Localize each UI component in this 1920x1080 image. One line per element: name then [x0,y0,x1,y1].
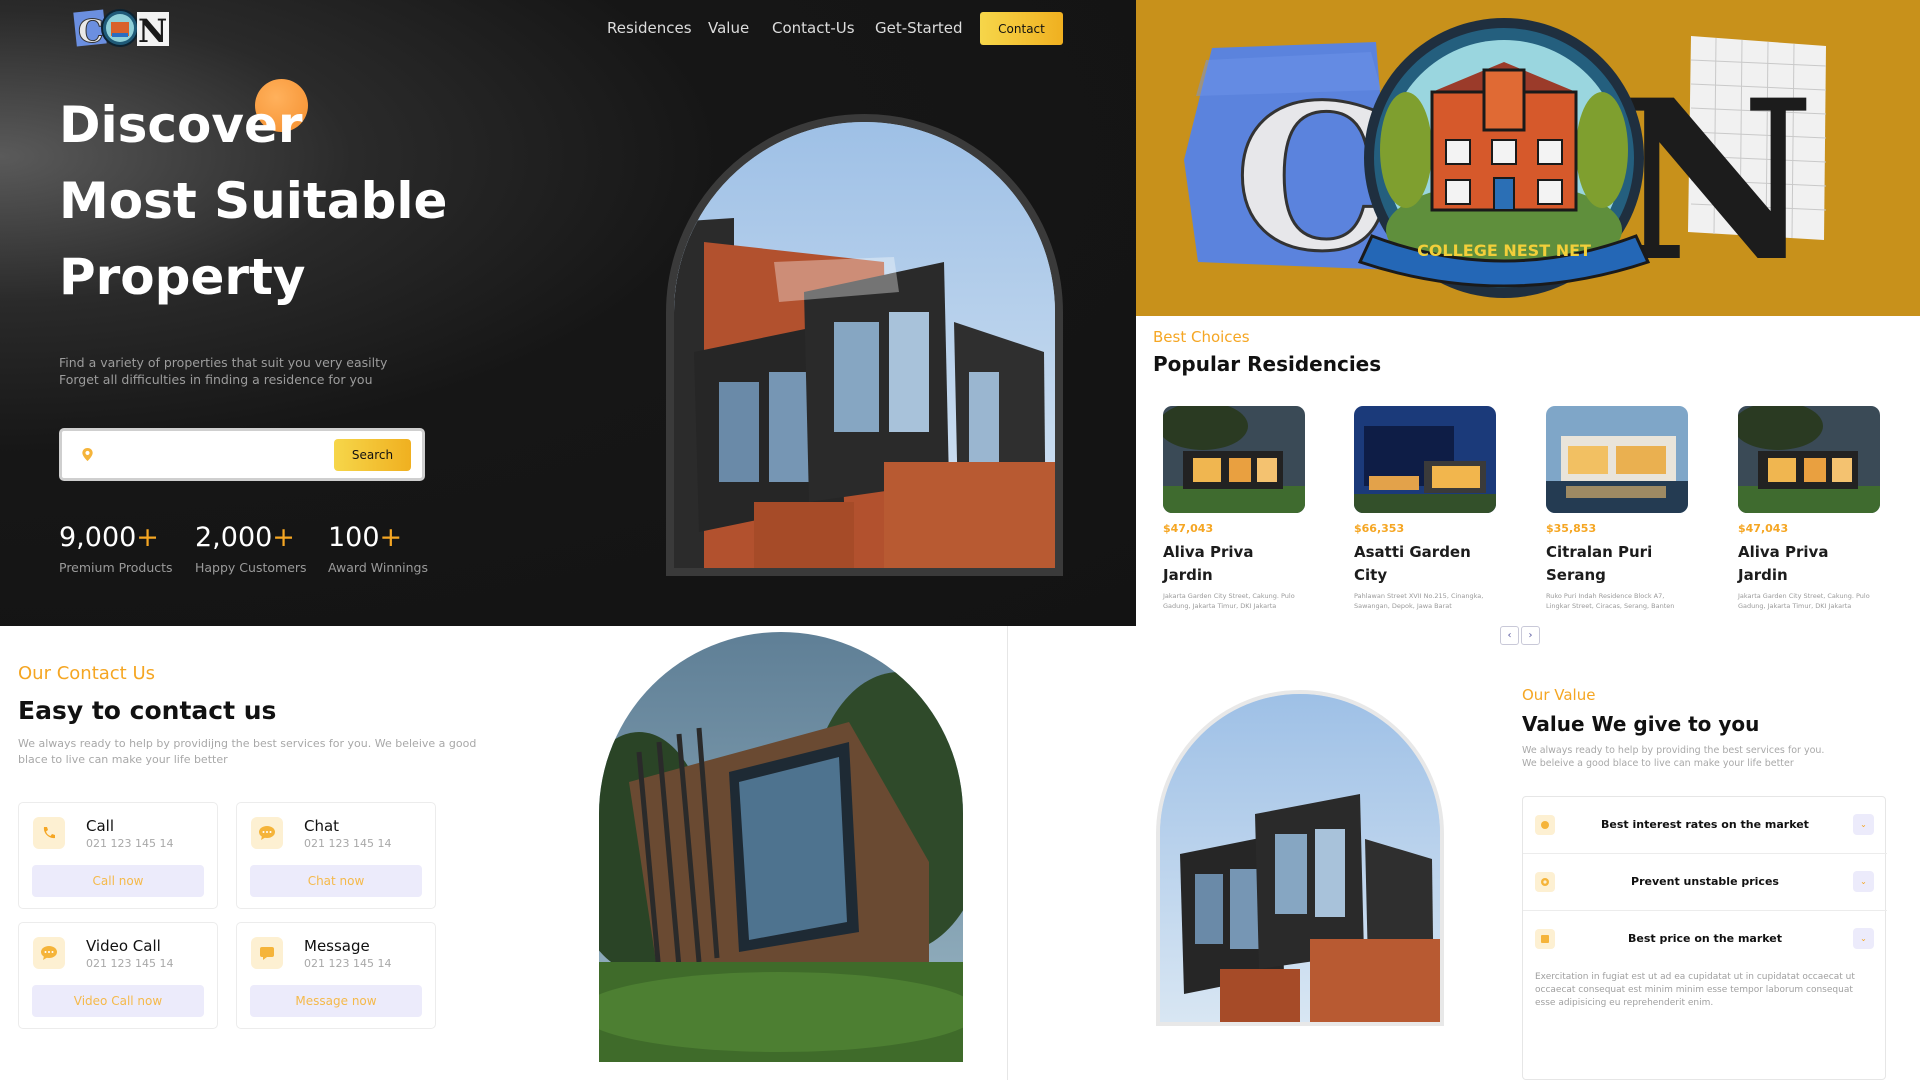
hero-subtitle-line-2: Forget all difficulties in finding a res… [59,372,373,387]
residence-address: Jakarta Garden City Street, Cakung. Pulo… [1163,592,1295,610]
carousel-next-button[interactable]: › [1521,626,1540,645]
residence-image [1163,406,1305,513]
search-bar: Search [59,428,425,481]
chat-icon [251,817,283,849]
contact-card-chat: Chat 021 123 145 14 Chat now [236,802,436,909]
hero-title-line-2: Most Suitable [59,172,448,230]
hero-title-line-3: Property [59,248,306,306]
residence-name: Citralan Puri Serang [1546,543,1653,584]
contact-section: Our Contact Us Easy to contact us We alw… [0,626,1008,1080]
hero-title-line-1: Discover [59,96,303,154]
nav-contact-us[interactable]: Contact-Us [772,19,855,37]
contact-card-message: Message 021 123 145 14 Message now [236,922,436,1029]
message-icon [251,937,283,969]
residence-name: Aliva Priva Jardin [1163,543,1254,584]
contact-card-title: Call [86,817,115,835]
contact-card-video-call: Video Call 021 123 145 14 Video Call now [18,922,218,1029]
stat-happy-customers-label: Happy Customers [195,560,307,575]
contact-card-number: 021 123 145 14 [86,837,174,850]
accordion-item-label: Best price on the market [1627,932,1782,945]
call-now-button[interactable]: Call now [32,865,204,897]
logo-banner-text: COLLEGE NEST NET [1417,241,1591,260]
residence-price: $47,043 [1738,522,1789,535]
contact-card-number: 021 123 145 14 [86,957,174,970]
popular-title: Popular Residencies [1153,352,1382,376]
stat-happy-customers-number: 2,000+ [195,522,295,553]
contact-card-title: Message [304,937,370,955]
accordion-item[interactable]: Prevent unstable prices ⌄ [1523,854,1887,911]
contact-kicker: Our Contact Us [18,663,156,684]
brand-logo[interactable]: C N [73,6,171,50]
residence-card[interactable]: $35,853 Citralan Puri Serang Ruko Puri In… [1546,406,1691,611]
value-accordion: Best interest rates on the market ⌄ Prev… [1522,796,1887,1080]
phone-icon [33,817,65,849]
hero-subtitle-line-1: Find a variety of properties that suit y… [59,355,388,370]
svg-text:N: N [138,12,167,50]
nav-value[interactable]: Value [708,19,749,37]
video-call-icon [33,937,65,969]
nav-get-started[interactable]: Get-Started [875,19,963,37]
value-title: Value We give to you [1522,712,1760,736]
hero-section: C N Residences Value Contact-Us Get-Star… [0,0,1136,626]
nav-residences[interactable]: Residences [607,19,692,37]
accordion-item-label: Best interest rates on the market [1601,818,1809,831]
college-nest-logo: C N COLLEGE NEST NET [1184,18,1827,310]
popular-kicker: Best Choices [1153,328,1250,346]
contact-card-title: Video Call [86,937,161,955]
search-input[interactable] [110,441,370,469]
svg-text:C: C [78,12,103,50]
residence-price: $35,853 [1546,522,1597,535]
accordion-item-expanded[interactable]: Best price on the market ⌄ Exercitation … [1523,911,1887,1021]
location-pin-icon [82,447,93,462]
residence-address: Pahlawan Street XVII No.215, Cinangka, Sa… [1354,592,1484,610]
message-now-button[interactable]: Message now [250,985,422,1017]
residence-name: Asatti Garden City [1354,543,1471,584]
college-nest-logo-panel: C N COLLEGE NEST NET [1136,0,1920,316]
value-building-image [1156,690,1444,1026]
value-section: Our Value Value We give to you We always… [1008,646,1920,1080]
chevron-down-icon[interactable]: ⌄ [1853,814,1874,835]
residence-image [1354,406,1496,513]
residence-image [1738,406,1880,513]
stat-premium-products-number: 9,000+ [59,522,159,553]
contact-button[interactable]: Contact [980,12,1063,45]
video-call-now-button[interactable]: Video Call now [32,985,204,1017]
contact-card-title: Chat [304,817,340,835]
accordion-item[interactable]: Best interest rates on the market ⌄ [1523,797,1887,854]
residence-price: $47,043 [1163,522,1214,535]
logo-letter-n: N [1614,51,1815,310]
stat-award-winnings-number: 100+ [328,522,403,553]
popular-residencies-section: Best Choices Popular Residencies $47,043… [1136,316,1920,646]
contact-card-number: 021 123 145 14 [304,837,392,850]
accordion-item-body: Exercitation in fugiat est ut ad ea cupi… [1535,972,1855,1008]
residence-price: $66,353 [1354,522,1405,535]
residence-card[interactable]: $47,043 Aliva Priva Jardin Jakarta Garde… [1163,406,1308,611]
residence-name: Aliva Priva Jardin [1738,543,1829,584]
contact-card-call: Call 021 123 145 14 Call now [18,802,218,909]
chevron-down-icon[interactable]: ⌄ [1853,871,1874,892]
hero-building-image [666,114,1063,576]
carousel-prev-button[interactable]: ‹ [1500,626,1519,645]
residence-address: Jakarta Garden City Street, Cakung. Pulo… [1738,592,1870,610]
contact-description: We always ready to help by providijng th… [18,737,477,766]
search-button[interactable]: Search [334,439,411,471]
residence-image [1546,406,1688,513]
stat-premium-products-label: Premium Products [59,560,173,575]
contact-title: Easy to contact us [18,696,277,725]
residence-card[interactable]: $66,353 Asatti Garden City Pahlawan Stre… [1354,406,1499,611]
residence-card[interactable]: $47,043 Aliva Priva Jardin Jakarta Garde… [1738,406,1883,611]
container-house-image [599,632,963,1062]
value-description: We always ready to help by providing the… [1522,745,1825,769]
chevron-down-icon[interactable]: ⌄ [1853,928,1874,949]
residence-address: Ruko Puri Indah Residence Block A7, Lingk… [1546,592,1675,610]
value-kicker: Our Value [1522,686,1596,704]
chat-now-button[interactable]: Chat now [250,865,422,897]
stat-award-winnings-label: Award Winnings [328,560,428,575]
contact-card-number: 021 123 145 14 [304,957,392,970]
accordion-item-label: Prevent unstable prices [1631,875,1779,888]
